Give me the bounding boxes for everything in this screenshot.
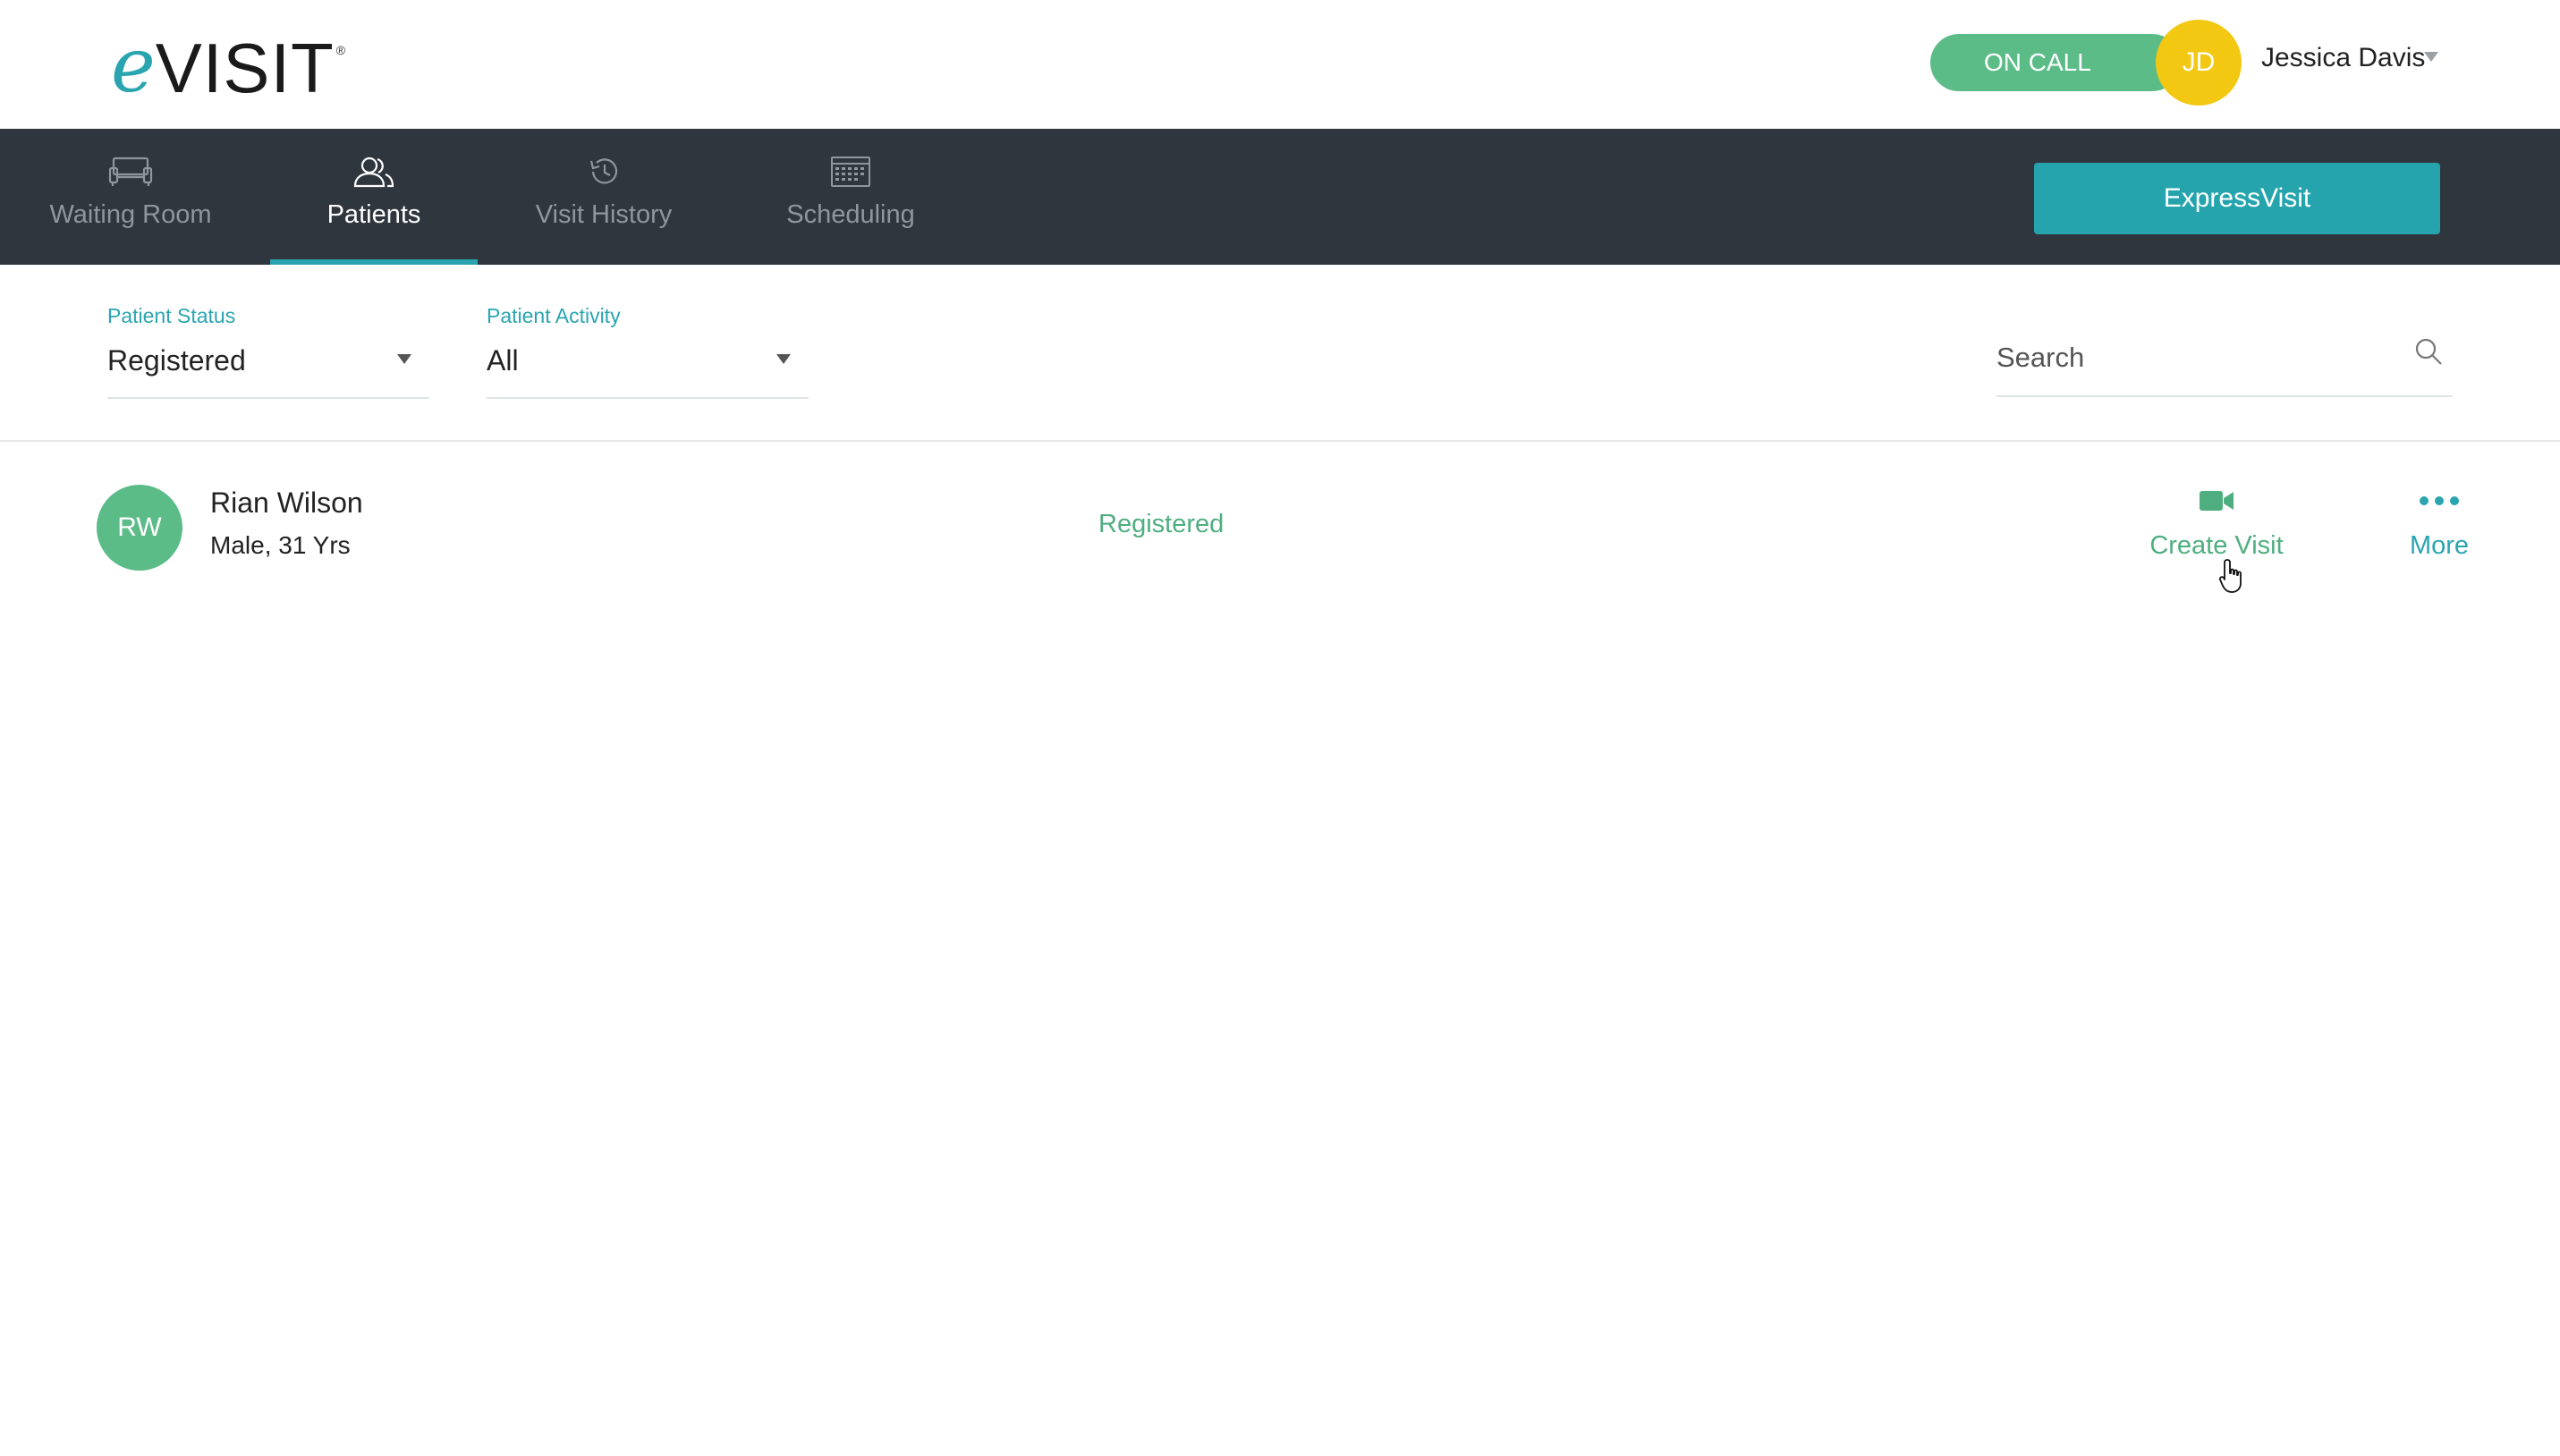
video-camera-icon xyxy=(2199,485,2234,517)
patient-name[interactable]: Rian Wilson xyxy=(210,487,363,520)
on-call-label: ON CALL xyxy=(1984,48,2091,76)
search-input[interactable]: Search xyxy=(1996,333,2453,397)
more-button[interactable]: More xyxy=(2403,485,2476,561)
tab-waiting-room[interactable]: Waiting Room xyxy=(36,129,225,265)
hand-cursor-icon xyxy=(2218,558,2247,598)
chevron-down-icon xyxy=(397,354,411,364)
tab-visit-history-label: Visit History xyxy=(535,200,673,229)
tab-patients-label: Patients xyxy=(326,200,421,229)
more-label: More xyxy=(2409,531,2470,560)
user-name[interactable]: Jessica Davis xyxy=(2261,43,2425,73)
tab-patients[interactable]: Patients xyxy=(270,129,478,265)
tab-visit-history[interactable]: Visit History xyxy=(521,129,687,265)
on-call-toggle[interactable]: ON CALL xyxy=(1930,34,2181,91)
top-header: e VISIT ® ON CALL JD Jessica Davis xyxy=(0,0,2560,129)
search-placeholder: Search xyxy=(1996,342,2085,373)
patient-activity-label: Patient Activity xyxy=(487,304,621,327)
patient-status-value: Registered xyxy=(107,344,246,377)
tab-scheduling-label: Scheduling xyxy=(786,200,915,229)
chevron-down-icon xyxy=(776,354,791,364)
user-initials: JD xyxy=(2182,47,2216,77)
patient-initials: RW xyxy=(117,512,162,542)
user-avatar[interactable]: JD xyxy=(2156,20,2242,106)
history-icon xyxy=(586,154,622,190)
table-row[interactable]: RW Rian Wilson Male, 31 Yrs Registered C… xyxy=(0,442,2560,603)
evisit-logo[interactable]: e VISIT ® xyxy=(111,21,346,109)
create-visit-label: Create Visit xyxy=(2149,531,2284,560)
search-icon[interactable] xyxy=(2413,336,2446,373)
active-tab-indicator xyxy=(270,259,478,265)
users-icon xyxy=(352,154,396,190)
patient-activity-select[interactable]: Patient Activity All xyxy=(487,304,809,399)
patient-status-label: Patient Status xyxy=(107,304,236,327)
logo-registered-mark: ® xyxy=(335,43,346,57)
tab-waiting-room-label: Waiting Room xyxy=(49,200,212,229)
page: e VISIT ® ON CALL JD Jessica Davis Waiti… xyxy=(0,0,2560,1456)
patient-status-badge: Registered xyxy=(1098,510,1225,538)
patient-activity-value: All xyxy=(487,344,519,377)
logo-e: e xyxy=(111,21,156,109)
tab-scheduling[interactable]: Scheduling xyxy=(771,129,930,265)
create-visit-button[interactable]: Create Visit xyxy=(2147,485,2286,561)
express-visit-button[interactable]: ExpressVisit xyxy=(2034,163,2440,234)
patient-meta: Male, 31 Yrs xyxy=(210,531,351,559)
patient-avatar: RW xyxy=(97,485,182,571)
more-dots-icon xyxy=(2419,485,2460,517)
user-menu-caret-icon[interactable] xyxy=(2424,52,2438,62)
logo-text: VISIT xyxy=(155,29,335,107)
patient-status-select[interactable]: Patient Status Registered xyxy=(107,304,429,399)
calendar-icon xyxy=(830,154,871,190)
couch-icon xyxy=(108,154,153,190)
